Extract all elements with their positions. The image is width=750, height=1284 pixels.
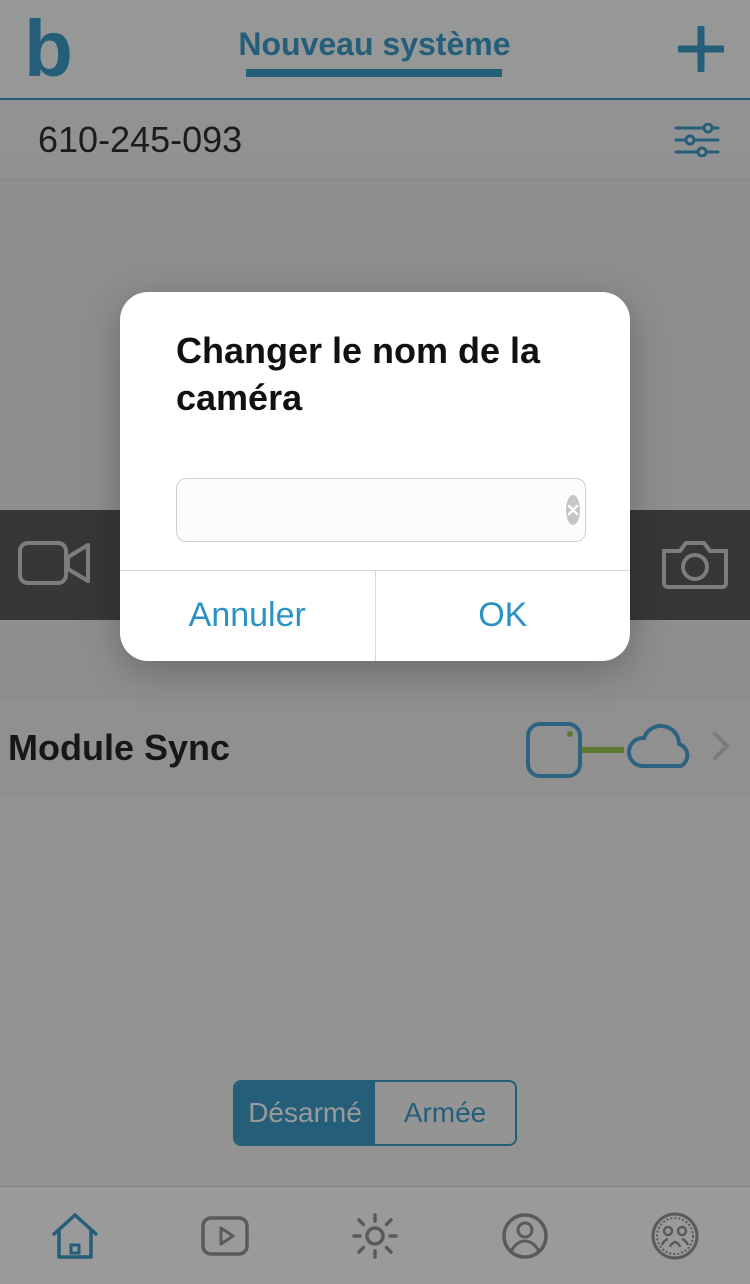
dialog-title: Changer le nom de la caméra [176, 328, 586, 422]
ok-button[interactable]: OK [375, 571, 631, 661]
dialog-input-wrap [176, 478, 586, 542]
rename-camera-dialog: Changer le nom de la caméra Annuler OK [120, 292, 630, 661]
x-circle-icon [566, 503, 580, 517]
camera-name-input[interactable] [177, 479, 566, 541]
cancel-button[interactable]: Annuler [120, 571, 375, 661]
dialog-button-row: Annuler OK [120, 570, 630, 661]
clear-input-button[interactable] [566, 495, 580, 525]
